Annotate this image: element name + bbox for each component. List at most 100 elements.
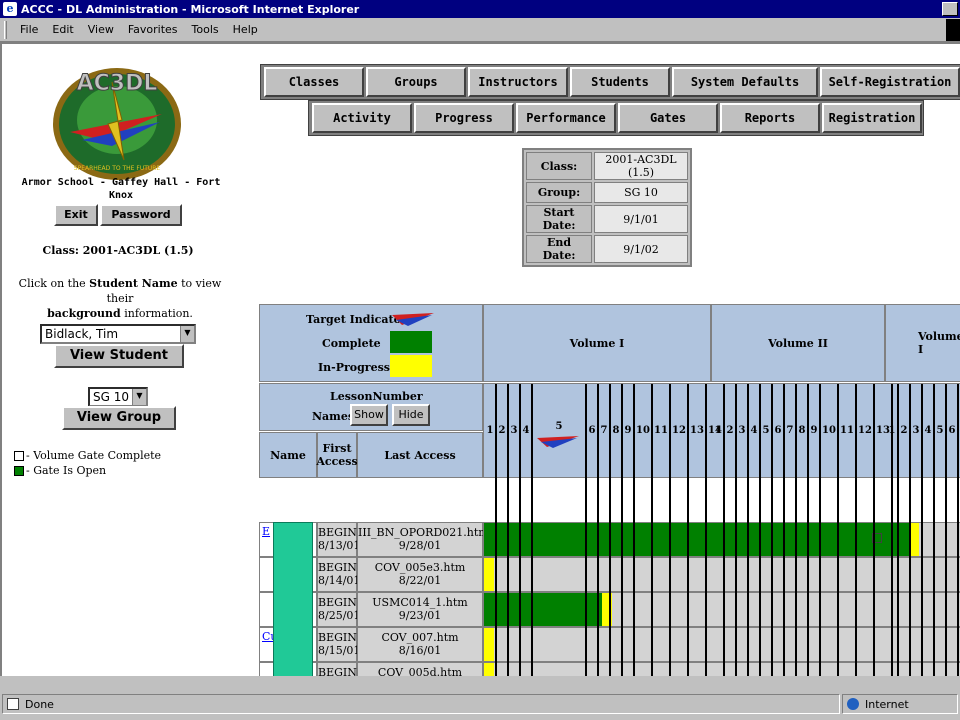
- lesson-number: 11: [654, 425, 668, 436]
- menu-help[interactable]: Help: [226, 23, 265, 36]
- last-access-value: COV_007.htm 8/16/01: [381, 631, 459, 657]
- title-bar: e ACCC - DL Administration - Microsoft I…: [0, 0, 960, 18]
- nav-system-defaults[interactable]: System Defaults: [672, 67, 818, 97]
- lesson-number: 11: [840, 425, 854, 436]
- target-arrow-icon: [392, 313, 434, 326]
- class-info-table: Class: 2001-AC3DL (1.5) Group: SG 10 Start…: [522, 148, 692, 267]
- lesson-divider: [651, 384, 653, 676]
- lesson-number: 6: [948, 425, 956, 436]
- nav-activity[interactable]: Activity: [312, 103, 412, 133]
- lesson-divider: [771, 384, 773, 676]
- lesson-number: 1: [714, 425, 722, 436]
- ie-page-icon: [7, 698, 19, 710]
- lesson-divider: [945, 384, 947, 676]
- nav-reports[interactable]: Reports: [720, 103, 820, 133]
- svg-text:AC3DL: AC3DL: [77, 71, 158, 96]
- status-text: Done: [2, 694, 840, 714]
- class-value: 2001-AC3DL (1.5): [594, 152, 688, 180]
- first-access-value: BEGIN 8/14/01: [318, 561, 361, 587]
- instruction-text: Click on the Student Name to view their …: [18, 277, 222, 320]
- lesson-divider: [897, 384, 899, 676]
- end-date-value: 9/1/02: [594, 235, 688, 263]
- progress-cell: [483, 592, 960, 627]
- legend-volume-gate: - Volume Gate Complete: [14, 449, 161, 462]
- show-names-button[interactable]: Show: [350, 404, 388, 426]
- last-access-value: COV_005d.htm8/16/01: [377, 666, 463, 676]
- lesson-number-label: LessonNumber: [330, 390, 423, 403]
- last-access-value: COV_005e3.htm 8/22/01: [374, 561, 466, 587]
- menu-favorites[interactable]: Favorites: [121, 23, 185, 36]
- nav-classes[interactable]: Classes: [264, 67, 364, 97]
- group-select[interactable]: SG 10 ▼: [88, 387, 148, 407]
- first-access-cell: BEGIN8/13/01: [317, 662, 357, 676]
- lesson-divider: [507, 384, 509, 676]
- exit-button[interactable]: Exit: [54, 204, 98, 226]
- progress-cell: [483, 662, 960, 676]
- menu-tools[interactable]: Tools: [185, 23, 226, 36]
- nav-groups[interactable]: Groups: [366, 67, 466, 97]
- lesson-divider: [735, 384, 737, 676]
- lesson-number: 8: [798, 425, 806, 436]
- view-group-button[interactable]: View Group: [62, 406, 176, 430]
- gate-complete-swatch: [14, 450, 24, 461]
- lesson-number: 9: [624, 425, 632, 436]
- lesson-divider: [585, 384, 587, 676]
- nav-gates[interactable]: Gates: [618, 103, 718, 133]
- gate-open-swatch: [14, 465, 24, 476]
- lesson-divider: [705, 384, 707, 676]
- col-last-access: Last Access: [357, 432, 483, 478]
- security-zone: Internet: [842, 694, 958, 714]
- nav-registration[interactable]: Registration: [822, 103, 922, 133]
- first-access-cell: BEGIN 8/25/01: [317, 592, 360, 627]
- menu-file[interactable]: File: [13, 23, 45, 36]
- password-button[interactable]: Password: [100, 204, 182, 226]
- nav-progress[interactable]: Progress: [414, 103, 514, 133]
- lesson-number: 12: [672, 425, 686, 436]
- lesson-number: 9: [810, 425, 818, 436]
- lesson-number: 5: [936, 425, 944, 436]
- group-label: Group:: [526, 182, 592, 203]
- lesson-divider: [597, 384, 599, 676]
- progress-cell: [483, 522, 960, 557]
- student-name-link[interactable]: E: [262, 525, 270, 538]
- view-student-button[interactable]: View Student: [54, 344, 184, 368]
- in-progress-label: In-Progress: [318, 361, 390, 374]
- close-icon[interactable]: [942, 2, 958, 16]
- chevron-down-icon[interactable]: ▼: [132, 389, 146, 405]
- legend-gate-open: - Gate Is Open: [14, 464, 106, 477]
- volume-3-header: Volume I: [885, 304, 960, 382]
- first-access-cell: BEGIN8/13/01: [317, 522, 360, 557]
- target-indicator-panel: Target Indicator Complete In-Progress: [259, 304, 483, 382]
- lesson-number: 13: [690, 425, 704, 436]
- lesson-number: 10: [822, 425, 836, 436]
- menu-view[interactable]: View: [81, 23, 121, 36]
- nav-self-registration[interactable]: Self-Registration: [820, 67, 960, 97]
- student-select[interactable]: Bidlack, Tim ▼: [40, 324, 196, 344]
- school-name: Armor School - Gaffey Hall - Fort Knox: [21, 177, 221, 201]
- window-title: ACCC - DL Administration - Microsoft Int…: [21, 2, 360, 16]
- hide-names-button[interactable]: Hide: [392, 404, 430, 426]
- lesson-divider: [837, 384, 839, 676]
- lesson-divider: [747, 384, 749, 676]
- lesson-divider: [687, 384, 689, 676]
- lesson-number: 3: [738, 425, 746, 436]
- class-line: Class: 2001-AC3DL (1.5): [42, 244, 194, 257]
- chevron-down-icon[interactable]: ▼: [180, 326, 194, 342]
- last-access-cell: COV_005d.htm8/16/01: [357, 662, 483, 676]
- nav-performance[interactable]: Performance: [516, 103, 616, 133]
- in-progress-fill: [484, 663, 494, 676]
- lesson-divider: [873, 384, 875, 676]
- in-progress-swatch: [390, 355, 432, 377]
- ie-icon: e: [3, 2, 17, 16]
- menu-edit[interactable]: Edit: [45, 23, 80, 36]
- lesson-number: 6: [774, 425, 782, 436]
- nav-instructors[interactable]: Instructors: [468, 67, 568, 97]
- lesson-divider: [855, 384, 857, 676]
- last-access-value: USMC014_1.htm 9/23/01: [372, 596, 468, 622]
- lesson-names-panel: LessonNumber Names: Show Hide: [259, 383, 483, 431]
- lesson-number: 3: [510, 425, 518, 436]
- nav-students[interactable]: Students: [570, 67, 670, 97]
- globe-icon: [847, 698, 859, 710]
- lesson-number: 6: [588, 425, 596, 436]
- progress-grid: Target Indicator Complete In-Progress Le…: [259, 304, 960, 676]
